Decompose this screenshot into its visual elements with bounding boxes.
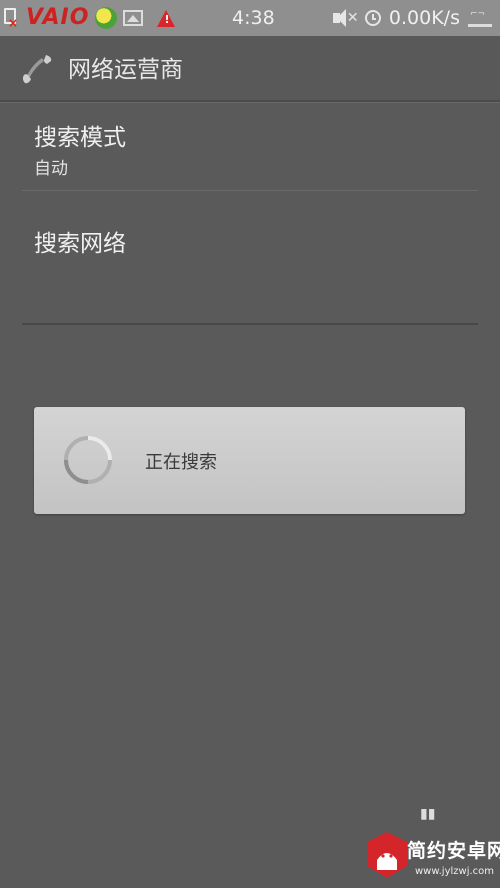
ball-app-icon xyxy=(95,7,118,29)
list-divider xyxy=(22,190,478,191)
brand-logo: VAIO xyxy=(26,5,90,30)
status-bar: × VAIO ! 4:38 ✕ 0.00K/s ⌐¬ xyxy=(0,0,500,36)
alarm-clock-icon xyxy=(364,10,381,26)
phone-icon xyxy=(22,55,52,84)
spinner-icon xyxy=(64,436,112,484)
net-speed: 0.00K/s xyxy=(388,7,460,29)
watermark-logo-icon xyxy=(367,832,407,878)
dialog-message: 正在搜索 xyxy=(145,452,217,473)
warning-icon: ! xyxy=(157,9,176,27)
mute-icon: ✕ xyxy=(332,8,359,28)
watermark-url: www.jylzwj.com xyxy=(415,866,495,877)
search-mode-title[interactable]: 搜索模式 xyxy=(34,118,126,152)
search-network-title[interactable]: 搜索网络 xyxy=(34,224,126,258)
page-title: 网络运营商 xyxy=(68,57,183,83)
watermark: 简约安卓网 www.jylzwj.com xyxy=(355,818,500,888)
notification-icons: × VAIO ! xyxy=(4,0,176,36)
search-mode-summary: 自动 xyxy=(34,159,68,179)
image-icon xyxy=(123,10,144,26)
progress-dialog: 正在搜索 xyxy=(34,407,465,514)
title-bar: 网络运营商 xyxy=(0,36,500,102)
watermark-name: 简约安卓网 xyxy=(407,840,500,862)
system-icons: ✕ 0.00K/s ⌐¬ xyxy=(332,0,494,36)
network-icon: ⌐¬ xyxy=(468,9,494,27)
status-time: 4:38 xyxy=(232,7,275,29)
list-divider xyxy=(22,323,478,325)
sim-error-icon: × xyxy=(4,8,18,29)
